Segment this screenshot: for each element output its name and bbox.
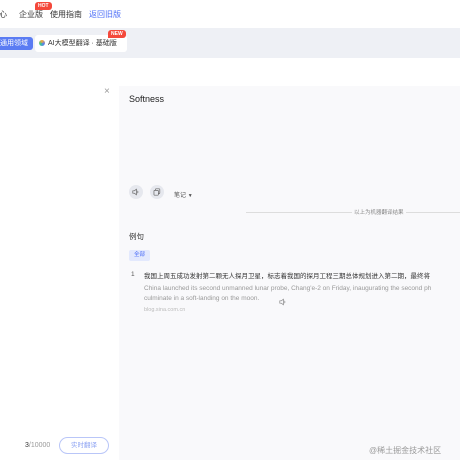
mode-ai-label: AI大模型翻译 · 基础版 (48, 40, 117, 47)
header-spacer (0, 58, 460, 86)
nav-item-center[interactable]: 心 (0, 9, 7, 20)
mode-bar: 通用领域 AI大模型翻译 · 基础版 (0, 28, 460, 58)
speaker-icon (132, 188, 139, 196)
char-count-max: /10000 (28, 442, 51, 449)
note-label: 笔记 (174, 193, 187, 199)
example-translation-line-1: China launched its second unmanned lunar… (144, 285, 432, 292)
mode-general-domain[interactable]: 通用领域 (0, 37, 33, 50)
copy-button[interactable] (150, 185, 164, 199)
copy-icon (153, 188, 161, 196)
filter-all-tab[interactable]: 全部 (129, 250, 151, 261)
watermark: @稀土掘金技术社区 (369, 446, 442, 455)
example-source-sentence: 我国上周五成功发射第二颗无人探月卫星，标志着我国的探月工程三期总体规划进入第二期… (144, 273, 430, 280)
machine-translation-notice: 以上为机器翻译结果 (352, 208, 406, 216)
live-translate-button[interactable]: 实时翻译 (59, 437, 109, 454)
ai-model-icon (39, 40, 45, 46)
nav-item-guide[interactable]: 使用指南 (50, 9, 82, 20)
new-badge: NEW (108, 30, 126, 38)
examples-title: 例句 (129, 232, 144, 241)
note-button[interactable]: 笔记 ▼ (174, 190, 193, 199)
example-source-link[interactable]: blog.sina.com.cn (144, 307, 185, 313)
clear-input-button[interactable]: × (104, 87, 110, 97)
nav-item-old-version[interactable]: 返回旧版 (89, 9, 121, 20)
translation-result: Softness (129, 94, 165, 104)
speaker-button[interactable] (129, 185, 143, 199)
example-translation-line-2: culminate in a soft-landing on the moon. (144, 295, 260, 302)
char-count: 3/10000 (25, 442, 50, 449)
example-speaker-icon[interactable] (279, 293, 287, 311)
example-index: 1 (131, 271, 135, 278)
caret-down-icon: ▼ (187, 193, 193, 199)
top-nav: 心 企业版 HOT 使用指南 返回旧版 (0, 0, 460, 28)
source-input-panel[interactable] (0, 86, 119, 460)
nav-item-enterprise[interactable]: 企业版 (19, 9, 43, 20)
